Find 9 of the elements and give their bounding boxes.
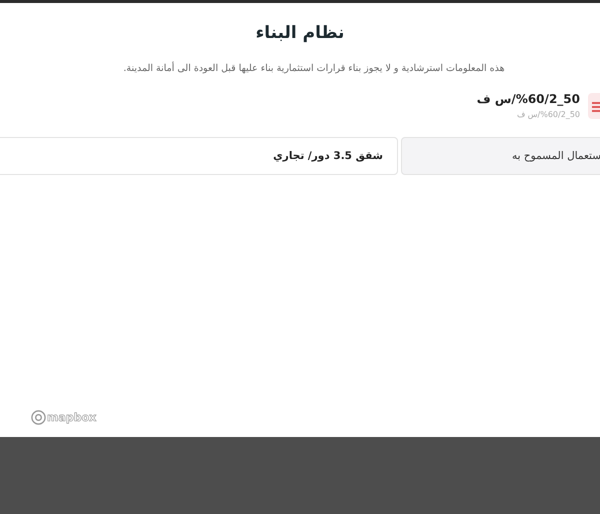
code-value: 50_2/%60/س ف	[476, 92, 580, 106]
mapbox-logo-icon	[31, 410, 46, 425]
field-label: ستعمال المسموح به	[401, 137, 600, 175]
mapbox-attribution[interactable]: mapbox	[47, 411, 96, 424]
code-subtitle: 50_2/%60/س ف	[516, 110, 580, 119]
field-value: شقق 3.5 دور/ تجاري	[0, 137, 398, 175]
document-icon	[588, 92, 600, 118]
notice-text: هذه المعلومات استرشادية و لا يجوز بناء قرارات استثمارية بناء عليها قبل العودة الى أمانة المدينة.	[122, 63, 506, 74]
dialog-title: نظام البناء	[254, 23, 346, 43]
